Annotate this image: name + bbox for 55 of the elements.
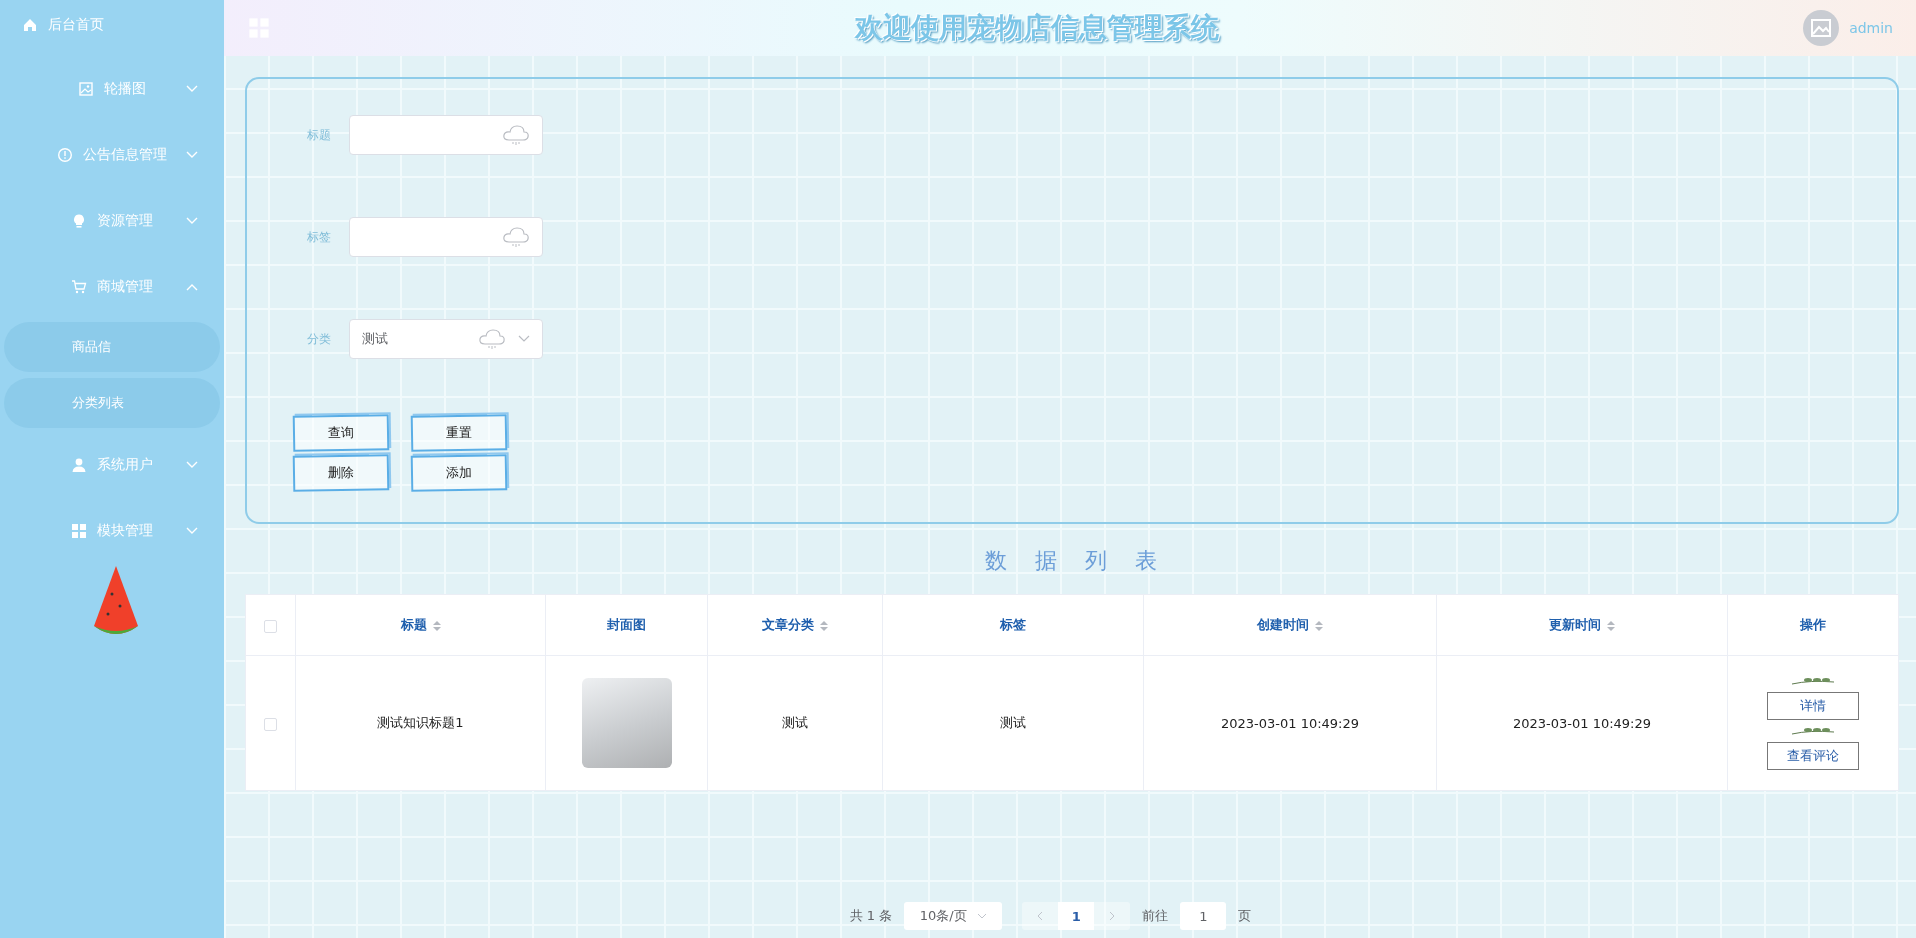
input-field[interactable] xyxy=(349,217,543,257)
home-icon xyxy=(22,17,38,33)
table-cell: 测试 xyxy=(882,655,1144,791)
column-header: 标签 xyxy=(882,594,1144,656)
total-count: 共 1 条 xyxy=(849,907,893,925)
page-size-select[interactable]: 10条/页 xyxy=(904,902,1003,930)
image-icon xyxy=(78,81,94,97)
dropdown-icon xyxy=(976,913,987,919)
field-label: 分类 xyxy=(307,330,332,348)
page-number[interactable]: 1 xyxy=(1058,902,1095,930)
column-header: 操作 xyxy=(1727,594,1899,656)
page-input[interactable]: 1 xyxy=(1180,902,1227,930)
select-field[interactable]: 测试 xyxy=(349,319,543,359)
page-suffix: 页 xyxy=(1238,907,1252,925)
table-cell: 测试知识标题1 xyxy=(295,655,546,791)
leaf-icon xyxy=(1790,676,1836,686)
leaf-icon xyxy=(1790,726,1836,736)
column-header[interactable]: 创建时间 xyxy=(1143,594,1437,656)
bulb-icon xyxy=(71,213,87,229)
table-cell: 测试 xyxy=(707,655,883,791)
action-button[interactable]: 删除 xyxy=(292,454,390,492)
list-title: 数据列表 xyxy=(983,547,1186,575)
column-header: 封面图 xyxy=(545,594,708,656)
grid-icon xyxy=(71,523,87,539)
field-label: 标签 xyxy=(307,228,332,246)
checkbox[interactable] xyxy=(264,619,277,633)
user-icon xyxy=(71,457,87,473)
checkbox[interactable] xyxy=(264,717,277,731)
goto-label: 前往 xyxy=(1142,907,1169,925)
column-header[interactable]: 文章分类 xyxy=(707,594,883,656)
column-header[interactable]: 标题 xyxy=(295,594,546,656)
row-action-button[interactable]: 详情 xyxy=(1767,692,1859,720)
table-cell: 2023-03-01 10:49:29 xyxy=(1143,655,1437,791)
cloud-icon xyxy=(478,328,506,350)
avatar-icon[interactable] xyxy=(1803,10,1840,46)
action-button[interactable]: 查询 xyxy=(292,414,390,452)
chevron-right-icon xyxy=(1109,911,1116,921)
column-header[interactable]: 更新时间 xyxy=(1436,594,1728,656)
chevron-left-icon xyxy=(1037,911,1044,921)
table-cell: 2023-03-01 10:49:29 xyxy=(1436,655,1728,791)
input-field[interactable] xyxy=(349,115,543,155)
sort-icon[interactable] xyxy=(1607,619,1615,632)
action-button[interactable]: 重置 xyxy=(410,414,508,452)
sort-icon[interactable] xyxy=(1315,619,1323,632)
cart-icon xyxy=(71,279,87,295)
cloud-icon xyxy=(502,226,530,248)
cloud-icon xyxy=(502,124,530,146)
page-title: 欢迎使用宠物店信息管理系统 xyxy=(853,10,1220,46)
dropdown-icon xyxy=(518,335,530,343)
sort-icon[interactable] xyxy=(820,619,828,632)
row-action-button[interactable]: 查看评论 xyxy=(1767,742,1859,770)
sort-icon[interactable] xyxy=(432,619,441,632)
field-label: 标题 xyxy=(307,126,332,144)
info-icon xyxy=(57,147,73,163)
action-button[interactable]: 添加 xyxy=(410,454,508,492)
